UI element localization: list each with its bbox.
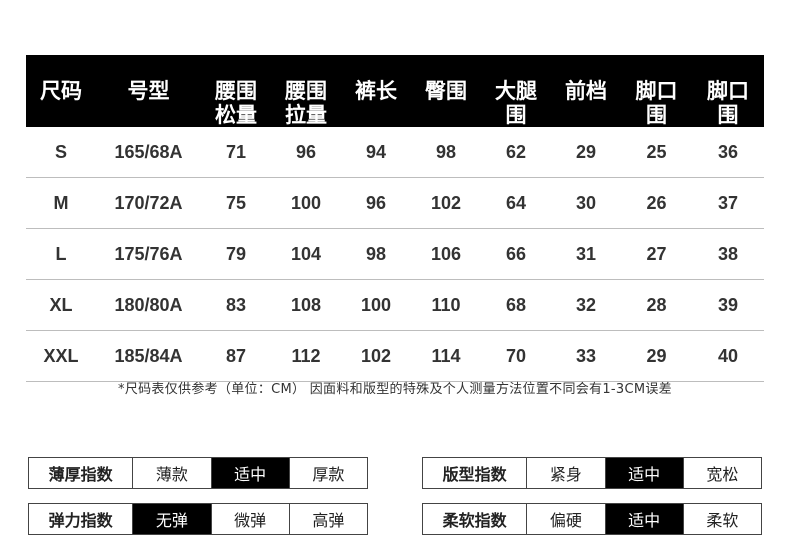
table-cell: 28 xyxy=(621,279,692,331)
table-cell: L xyxy=(26,228,96,280)
table-cell: 165/68A xyxy=(96,127,201,178)
table-cell: 170/72A xyxy=(96,177,201,229)
table-row: XXL 185/84A 87 112 102 114 70 33 29 40 xyxy=(26,330,764,382)
header-fit-code-label: 号型 xyxy=(127,79,170,103)
table-cell: 30 xyxy=(551,177,621,229)
table-cell: 66 xyxy=(481,228,551,280)
table-cell: XXL xyxy=(26,330,96,382)
table-row: L 175/76A 79 104 98 106 66 31 27 38 xyxy=(26,228,764,280)
table-cell: 112 xyxy=(271,330,341,382)
header-waist-relaxed-label: 腰围 松量 xyxy=(215,79,257,127)
table-cell: 71 xyxy=(201,127,271,178)
table-cell: 100 xyxy=(271,177,341,229)
table-row: S 165/68A 71 96 94 98 62 29 25 36 xyxy=(26,127,764,178)
header-thigh-label: 大腿 围 xyxy=(495,79,537,127)
table-cell: 94 xyxy=(341,127,411,178)
table-cell: 38 xyxy=(692,228,764,280)
rating-option: 高弹 xyxy=(288,503,369,535)
header-waist-relaxed: 腰围 松量 xyxy=(201,55,271,127)
header-hip-label: 臀围 xyxy=(425,79,467,103)
table-cell: 102 xyxy=(411,177,481,229)
size-note: *尺码表仅供参考（单位：CM） 因面料和版型的特殊及个人测量方法位置不同会有1-… xyxy=(118,382,672,397)
header-waist-stretched: 腰围 拉量 xyxy=(271,55,341,127)
table-cell: 40 xyxy=(692,330,764,382)
rating-option: 宽松 xyxy=(682,457,763,489)
header-leg-opening-1: 脚口 围 xyxy=(621,55,692,127)
header-pant-length: 裤长 xyxy=(341,55,411,127)
rating-label: 柔软指数 xyxy=(421,503,528,535)
table-cell: 98 xyxy=(411,127,481,178)
rating-option: 厚款 xyxy=(288,457,369,489)
rating-label: 薄厚指数 xyxy=(27,457,134,489)
table-cell: M xyxy=(26,177,96,229)
size-chart-table: 尺码 号型 腰围 松量 腰围 拉量 裤长 臀围 大腿 围 前档 脚口 围 脚口 … xyxy=(26,55,764,382)
table-cell: 79 xyxy=(201,228,271,280)
table-cell: 25 xyxy=(621,127,692,178)
table-cell: 108 xyxy=(271,279,341,331)
rating-elasticity: 弹力指数 无弹 微弹 高弹 xyxy=(27,503,369,535)
header-leg-opening-2: 脚口 围 xyxy=(692,55,764,127)
rating-option: 偏硬 xyxy=(526,503,606,535)
header-leg-opening-1-label: 脚口 围 xyxy=(635,79,678,127)
header-front-rise: 前档 xyxy=(551,55,621,127)
rating-option: 微弹 xyxy=(210,503,290,535)
table-cell: 106 xyxy=(411,228,481,280)
table-cell: 180/80A xyxy=(96,279,201,331)
rating-softness: 柔软指数 偏硬 适中 柔软 xyxy=(421,503,763,535)
table-cell: 62 xyxy=(481,127,551,178)
table-cell: 114 xyxy=(411,330,481,382)
table-cell: S xyxy=(26,127,96,178)
rating-fit: 版型指数 紧身 适中 宽松 xyxy=(421,457,763,489)
rating-option: 适中 xyxy=(604,457,684,489)
header-size-label: 尺码 xyxy=(40,79,82,103)
table-cell: 32 xyxy=(551,279,621,331)
table-cell: 96 xyxy=(271,127,341,178)
table-cell: 87 xyxy=(201,330,271,382)
table-cell: 37 xyxy=(692,177,764,229)
rating-label: 版型指数 xyxy=(421,457,528,489)
header-leg-opening-2-label: 脚口 围 xyxy=(707,79,749,127)
rating-option: 无弹 xyxy=(132,503,212,535)
rating-option: 适中 xyxy=(604,503,684,535)
table-cell: 75 xyxy=(201,177,271,229)
table-cell: 68 xyxy=(481,279,551,331)
table-cell: 98 xyxy=(341,228,411,280)
size-chart-header-row: 尺码 号型 腰围 松量 腰围 拉量 裤长 臀围 大腿 围 前档 脚口 围 脚口 … xyxy=(26,55,764,127)
table-cell: 29 xyxy=(551,127,621,178)
table-row: M 170/72A 75 100 96 102 64 30 26 37 xyxy=(26,177,764,229)
table-cell: 70 xyxy=(481,330,551,382)
table-cell: 175/76A xyxy=(96,228,201,280)
table-cell: XL xyxy=(26,279,96,331)
header-size: 尺码 xyxy=(26,55,96,127)
table-cell: 36 xyxy=(692,127,764,178)
table-cell: 110 xyxy=(411,279,481,331)
table-cell: 29 xyxy=(621,330,692,382)
header-front-rise-label: 前档 xyxy=(565,79,607,103)
table-cell: 64 xyxy=(481,177,551,229)
table-cell: 33 xyxy=(551,330,621,382)
table-cell: 96 xyxy=(341,177,411,229)
rating-thickness: 薄厚指数 薄款 适中 厚款 xyxy=(27,457,369,489)
rating-option: 薄款 xyxy=(132,457,212,489)
table-cell: 27 xyxy=(621,228,692,280)
header-thigh: 大腿 围 xyxy=(481,55,551,127)
header-waist-stretched-label: 腰围 拉量 xyxy=(285,79,327,127)
rating-option: 适中 xyxy=(210,457,290,489)
table-cell: 31 xyxy=(551,228,621,280)
table-cell: 39 xyxy=(692,279,764,331)
rating-option: 柔软 xyxy=(682,503,763,535)
header-hip: 臀围 xyxy=(411,55,481,127)
rating-option: 紧身 xyxy=(526,457,606,489)
table-cell: 83 xyxy=(201,279,271,331)
header-pant-length-label: 裤长 xyxy=(355,79,397,103)
rating-label: 弹力指数 xyxy=(27,503,134,535)
table-row: XL 180/80A 83 108 100 110 68 32 28 39 xyxy=(26,279,764,331)
table-cell: 104 xyxy=(271,228,341,280)
table-cell: 100 xyxy=(341,279,411,331)
table-cell: 26 xyxy=(621,177,692,229)
table-cell: 102 xyxy=(341,330,411,382)
header-fit-code: 号型 xyxy=(96,55,201,127)
table-cell: 185/84A xyxy=(96,330,201,382)
